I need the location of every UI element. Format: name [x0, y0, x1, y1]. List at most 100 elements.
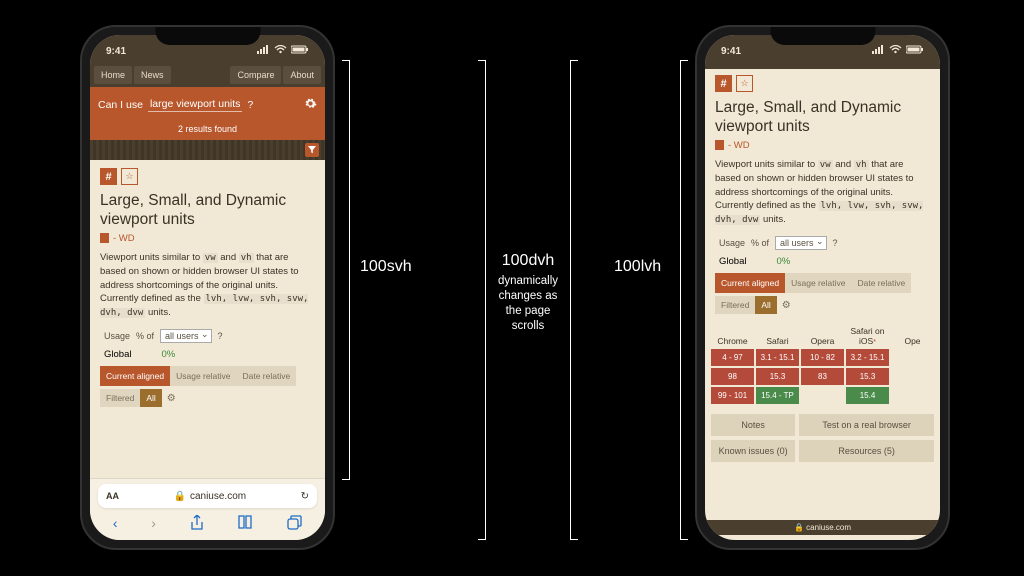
signal-icon	[257, 45, 270, 57]
alignment-tabs: Current aligned Usage relative Date rela…	[715, 273, 930, 293]
usage-pctof: % of	[136, 331, 154, 341]
col-safari: Safari	[756, 336, 799, 346]
label-lvh: 100lvh	[614, 258, 661, 276]
label-dvh: 100dvh dynamically changes as the page s…	[493, 252, 563, 334]
usage-help[interactable]: ?	[833, 238, 838, 248]
phone-notch	[770, 27, 875, 45]
tab-filtered[interactable]: Filtered	[715, 296, 755, 314]
tab-notes[interactable]: Notes	[711, 414, 795, 436]
support-cell: 10 - 82	[801, 349, 844, 366]
spec-status: - WD	[715, 140, 930, 151]
usage-row: Usage % of all users ?	[715, 233, 930, 253]
support-cell	[891, 387, 934, 404]
phone-screen: 9:41 Home News Compare About Can I use l…	[90, 35, 325, 540]
star-icon[interactable]: ☆	[121, 168, 138, 185]
filter-icon[interactable]	[305, 143, 319, 157]
tab-issues[interactable]: Known issues (0)	[711, 440, 795, 462]
gear-icon-small[interactable]: ⚙	[782, 300, 791, 311]
back-icon[interactable]: ‹	[113, 515, 118, 534]
doc-icon	[715, 140, 724, 150]
phone-left: 9:41 Home News Compare About Can I use l…	[80, 25, 335, 550]
reload-icon[interactable]: ↻	[301, 491, 309, 502]
wifi-icon	[889, 45, 902, 57]
usage-label: Usage	[719, 238, 745, 248]
nav-about[interactable]: About	[283, 66, 321, 84]
search-input[interactable]: large viewport units	[148, 98, 242, 112]
tab-filtered[interactable]: Filtered	[100, 389, 140, 407]
hash-icon[interactable]: #	[715, 75, 732, 92]
tab-date-relative[interactable]: Date relative	[851, 273, 911, 293]
support-cell: 15.4	[846, 387, 889, 404]
usage-pctof: % of	[751, 238, 769, 248]
tab-all[interactable]: All	[140, 389, 161, 407]
feature-description: Viewport units similar to vw and vh that…	[100, 251, 315, 321]
tab-test[interactable]: Test on a real browser	[799, 414, 934, 436]
nav-home[interactable]: Home	[94, 66, 132, 84]
tab-usage-relative[interactable]: Usage relative	[785, 273, 851, 293]
status-icons	[257, 45, 309, 57]
col-chrome: Chrome	[711, 336, 754, 346]
bottom-tabs: Notes Test on a real browser Known issue…	[705, 410, 940, 466]
gear-icon-small[interactable]: ⚙	[167, 393, 176, 404]
lock-icon: 🔒	[174, 491, 186, 502]
phone-notch	[155, 27, 260, 45]
tab-current-aligned[interactable]: Current aligned	[715, 273, 785, 293]
label-dvh-sub: dynamically changes as the page scrolls	[493, 274, 563, 334]
usage-select[interactable]: all users	[160, 329, 212, 343]
tab-all[interactable]: All	[755, 296, 776, 314]
hash-icon[interactable]: #	[100, 168, 117, 185]
filter-tabs: Filtered All ⚙	[100, 389, 315, 407]
minimized-address-bar[interactable]: 🔒 caniuse.com	[705, 520, 940, 535]
address-bar[interactable]: AA 🔒 caniuse.com ↻	[98, 484, 317, 508]
status-icons	[872, 45, 924, 57]
tabs-icon[interactable]	[287, 515, 302, 534]
nav-news[interactable]: News	[134, 66, 171, 84]
col-safari-ios: Safari on iOS*	[846, 326, 889, 346]
search-suffix: ?	[247, 99, 253, 111]
results-count: 2 results found	[90, 118, 325, 140]
support-cell: 3.1 - 15.1	[756, 349, 799, 366]
safari-toolbar: ‹ ›	[90, 511, 325, 540]
domain-text: caniuse.com	[190, 491, 246, 502]
tab-date-relative[interactable]: Date relative	[236, 366, 296, 386]
wifi-icon	[274, 45, 287, 57]
battery-icon	[906, 45, 924, 57]
bracket-dvh-right	[570, 60, 578, 540]
label-svh: 100svh	[360, 258, 412, 276]
global-row: Global 0%	[100, 346, 315, 366]
support-cell: 15.4 - TP	[756, 387, 799, 404]
support-cell	[801, 387, 844, 404]
usage-row: Usage % of all users ?	[100, 326, 315, 346]
table-header: Chrome Safari Opera Safari on iOS* Ope	[711, 326, 934, 346]
gear-icon[interactable]	[304, 97, 317, 113]
support-cell: 98	[711, 368, 754, 385]
status-time: 9:41	[106, 46, 126, 57]
signal-icon	[872, 45, 885, 57]
table-row: 9815.38315.3	[711, 368, 934, 385]
global-row: Global 0%	[715, 253, 930, 273]
usage-select[interactable]: all users	[775, 236, 827, 250]
search-prefix: Can I use	[98, 99, 143, 111]
feature-card: # ☆ Large, Small, and Dynamic viewport u…	[705, 69, 940, 320]
feature-description: Viewport units similar to vw and vh that…	[715, 158, 930, 228]
star-icon[interactable]: ☆	[736, 75, 753, 92]
feature-card: # ☆ Large, Small, and Dynamic viewport u…	[90, 160, 325, 413]
nav-compare[interactable]: Compare	[230, 66, 281, 84]
col-opera: Opera	[801, 336, 844, 346]
share-icon[interactable]	[190, 515, 204, 534]
phone-right: 9:41 # ☆ Large, Small, and Dynamic viewp…	[695, 25, 950, 550]
spec-status: - WD	[100, 233, 315, 244]
doc-icon	[100, 233, 109, 243]
global-value: 0%	[776, 256, 790, 267]
bookmarks-icon[interactable]	[237, 515, 253, 534]
filter-tabs: Filtered All ⚙	[715, 296, 930, 314]
tab-current-aligned[interactable]: Current aligned	[100, 366, 170, 386]
table-row: 99 - 10115.4 - TP15.4	[711, 387, 934, 404]
tab-resources[interactable]: Resources (5)	[799, 440, 934, 462]
tab-usage-relative[interactable]: Usage relative	[170, 366, 236, 386]
reader-aa[interactable]: AA	[106, 491, 119, 501]
battery-icon	[291, 45, 309, 57]
table-row: 4 - 973.1 - 15.110 - 823.2 - 15.1	[711, 349, 934, 366]
bracket-lvh	[680, 60, 688, 540]
usage-help[interactable]: ?	[218, 331, 223, 341]
